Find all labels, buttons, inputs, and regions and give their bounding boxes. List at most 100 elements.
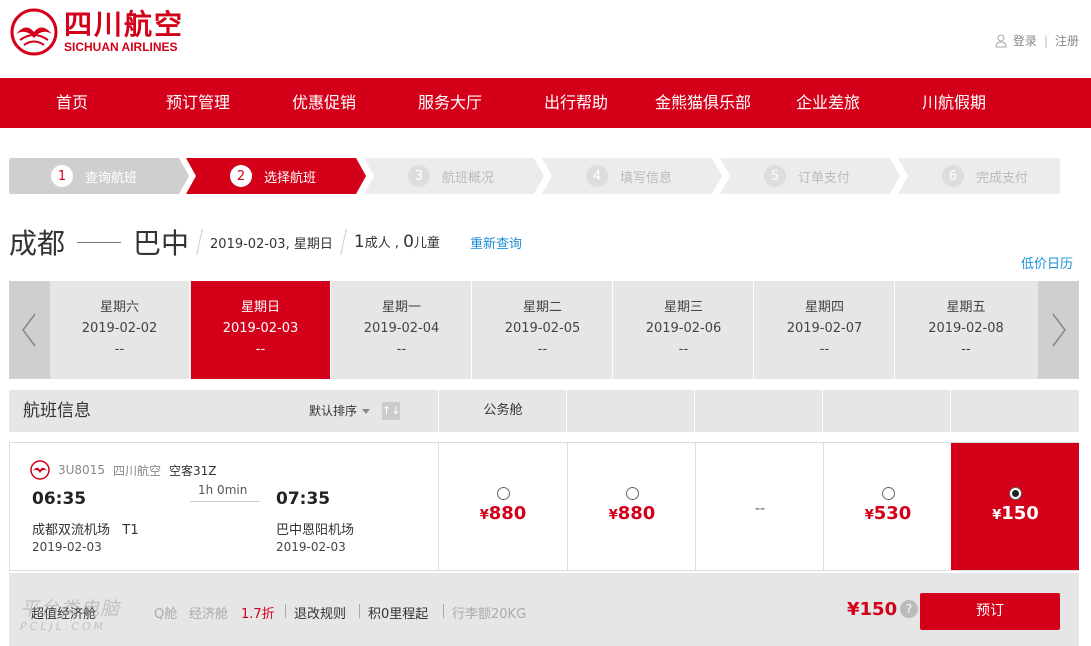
nav-item-holidays[interactable]: 川航假期: [904, 78, 1004, 128]
login-link[interactable]: 登录: [1013, 32, 1037, 49]
discount: 1.7折: [241, 607, 275, 622]
flight-row: 3U8015 四川航空 空客31Z 06:35 07:35 1h 0min 成都…: [9, 442, 1079, 571]
child-label: 儿童: [413, 236, 440, 251]
arrival-date: 2019-02-03: [276, 540, 346, 554]
step-label: 填写信息: [620, 170, 673, 186]
nav-item-booking-management[interactable]: 预订管理: [148, 78, 248, 128]
date-option[interactable]: 星期二 2019-02-05 --: [473, 281, 613, 379]
brand-logo[interactable]: 四川航空 SICHUAN AIRLINES: [10, 8, 184, 56]
sort-toggle-icon[interactable]: ↑↓: [382, 402, 400, 420]
fare-price: ¥880: [479, 503, 527, 524]
airline-name: 四川航空: [112, 463, 161, 478]
departure-time: 06:35: [32, 489, 87, 509]
fare-radio[interactable]: [496, 487, 510, 500]
step-flight-overview: 3 航班概况: [364, 158, 552, 194]
step-search[interactable]: 1 查询航班: [9, 158, 197, 194]
date-option-selected[interactable]: 星期日 2019-02-03 --: [191, 281, 331, 379]
chevron-left-icon: [22, 313, 36, 347]
divider: [340, 229, 347, 255]
book-button[interactable]: 预订: [920, 593, 1060, 630]
date-option[interactable]: 星期一 2019-02-04 --: [332, 281, 472, 379]
fare-option[interactable]: ¥880: [438, 443, 567, 570]
cabin-header: [822, 390, 951, 432]
step-label: 订单支付: [798, 170, 851, 186]
fare-option-selected[interactable]: ¥150: [951, 443, 1079, 570]
nav-item-service-hall[interactable]: 服务大厅: [400, 78, 500, 128]
nav-item-travel-help[interactable]: 出行帮助: [526, 78, 626, 128]
fare-price: ¥530: [864, 503, 912, 524]
watermark: 平台类电脑 PCLJL.COM: [20, 598, 121, 634]
fare-option[interactable]: ¥530: [823, 443, 952, 570]
adult-label: 成人 ,: [364, 236, 399, 251]
cabin-header: [694, 390, 823, 432]
flight-table-header: 航班信息 默认排序 ↑↓ 公务舱: [9, 390, 1079, 432]
divider: [359, 604, 360, 618]
aircraft-type[interactable]: 空客31Z: [169, 462, 217, 479]
date-option[interactable]: 星期四 2019-02-07 --: [755, 281, 895, 379]
nav-item-golden-panda-club[interactable]: 金熊猫俱乐部: [648, 78, 758, 128]
booking-steps: 1 查询航班 2 选择航班 3 航班概况 4 填写信息 5 订单支付 6 完成支…: [9, 158, 1089, 194]
fare-option-unavailable: --: [695, 443, 824, 570]
low-price-calendar-link[interactable]: 低价日历: [1021, 253, 1073, 272]
account-links: 登录 | 注册: [995, 32, 1079, 49]
fare-radio[interactable]: [625, 487, 639, 500]
fare-unavailable: --: [754, 501, 766, 517]
flight-airline: 3U8015 四川航空 空客31Z: [30, 460, 216, 480]
departure-date: 2019-02-03: [32, 540, 102, 554]
cabin-code: Q舱: [154, 607, 178, 622]
divider: |: [1043, 33, 1048, 48]
passenger-count: 1成人 , 0儿童: [354, 232, 440, 252]
step-select-flight[interactable]: 2 选择航班: [186, 158, 374, 194]
cabin-header-business: 公务舱: [438, 390, 567, 432]
date-option[interactable]: 星期三 2019-02-06 --: [614, 281, 754, 379]
nav-item-corporate-travel[interactable]: 企业差旅: [778, 78, 878, 128]
nav-item-promotions[interactable]: 优惠促销: [274, 78, 374, 128]
airline-logo-icon: [30, 460, 50, 480]
step-number: 5: [764, 165, 786, 187]
departure-airport: 成都双流机场 T1: [32, 523, 139, 538]
chevron-right-icon: [1052, 313, 1066, 347]
date-option[interactable]: 星期六 2019-02-02 --: [50, 281, 190, 379]
divider: [443, 604, 444, 618]
caret-down-icon: [362, 409, 371, 414]
duration-line: [190, 501, 260, 502]
help-icon[interactable]: ?: [900, 600, 918, 618]
fare-option[interactable]: ¥880: [567, 443, 696, 570]
divider: [285, 604, 286, 618]
destination-city: 巴中: [133, 227, 190, 260]
cabin-header: [566, 390, 695, 432]
step-number: 1: [51, 165, 73, 187]
fare-radio-checked[interactable]: [1009, 487, 1022, 500]
child-count: 0: [403, 232, 414, 252]
travel-date: 2019-02-03, 星期日: [210, 236, 333, 252]
divider: [196, 229, 203, 255]
arrival-time: 07:35: [276, 489, 331, 509]
step-label: 查询航班: [85, 170, 138, 186]
step-label: 完成支付: [976, 170, 1029, 186]
cabin-class: 经济舱: [189, 607, 229, 622]
step-order-payment: 5 订单支付: [720, 158, 908, 194]
user-icon: [995, 34, 1007, 47]
arrival-airport: 巴中恩阳机场: [276, 523, 355, 538]
route-summary: 成都 巴中 2019-02-03, 星期日 1成人 , 0儿童 重新查询: [9, 222, 522, 262]
nav-item-home[interactable]: 首页: [32, 78, 112, 128]
next-week-button[interactable]: [1038, 281, 1079, 379]
brand-name-en: SICHUAN AIRLINES: [64, 40, 178, 54]
flight-info-header: 航班信息: [23, 401, 91, 421]
step-label: 航班概况: [442, 170, 495, 186]
register-link[interactable]: 注册: [1055, 32, 1079, 49]
refund-rules-link[interactable]: 退改规则: [294, 603, 346, 622]
fare-radio[interactable]: [881, 487, 895, 500]
date-option[interactable]: 星期五 2019-02-08 --: [896, 281, 1036, 379]
site-header: 四川航空 SICHUAN AIRLINES 登录 | 注册: [0, 0, 1091, 78]
sort-dropdown[interactable]: 默认排序: [309, 390, 371, 432]
brand-name-cn: 四川航空: [64, 8, 185, 41]
flight-number: 3U8015: [58, 463, 105, 477]
prev-week-button[interactable]: [9, 281, 50, 379]
fare-price: ¥880: [608, 503, 656, 524]
fare-detail-bar: 超值经济舱 Q舱 经济舱 1.7折 退改规则 积0里程起 行李额20KG ¥15…: [9, 573, 1079, 646]
total-price: ¥150: [847, 599, 898, 620]
requery-link[interactable]: 重新查询: [470, 233, 522, 252]
step-number: 2: [230, 165, 252, 187]
step-number: 4: [586, 165, 608, 187]
